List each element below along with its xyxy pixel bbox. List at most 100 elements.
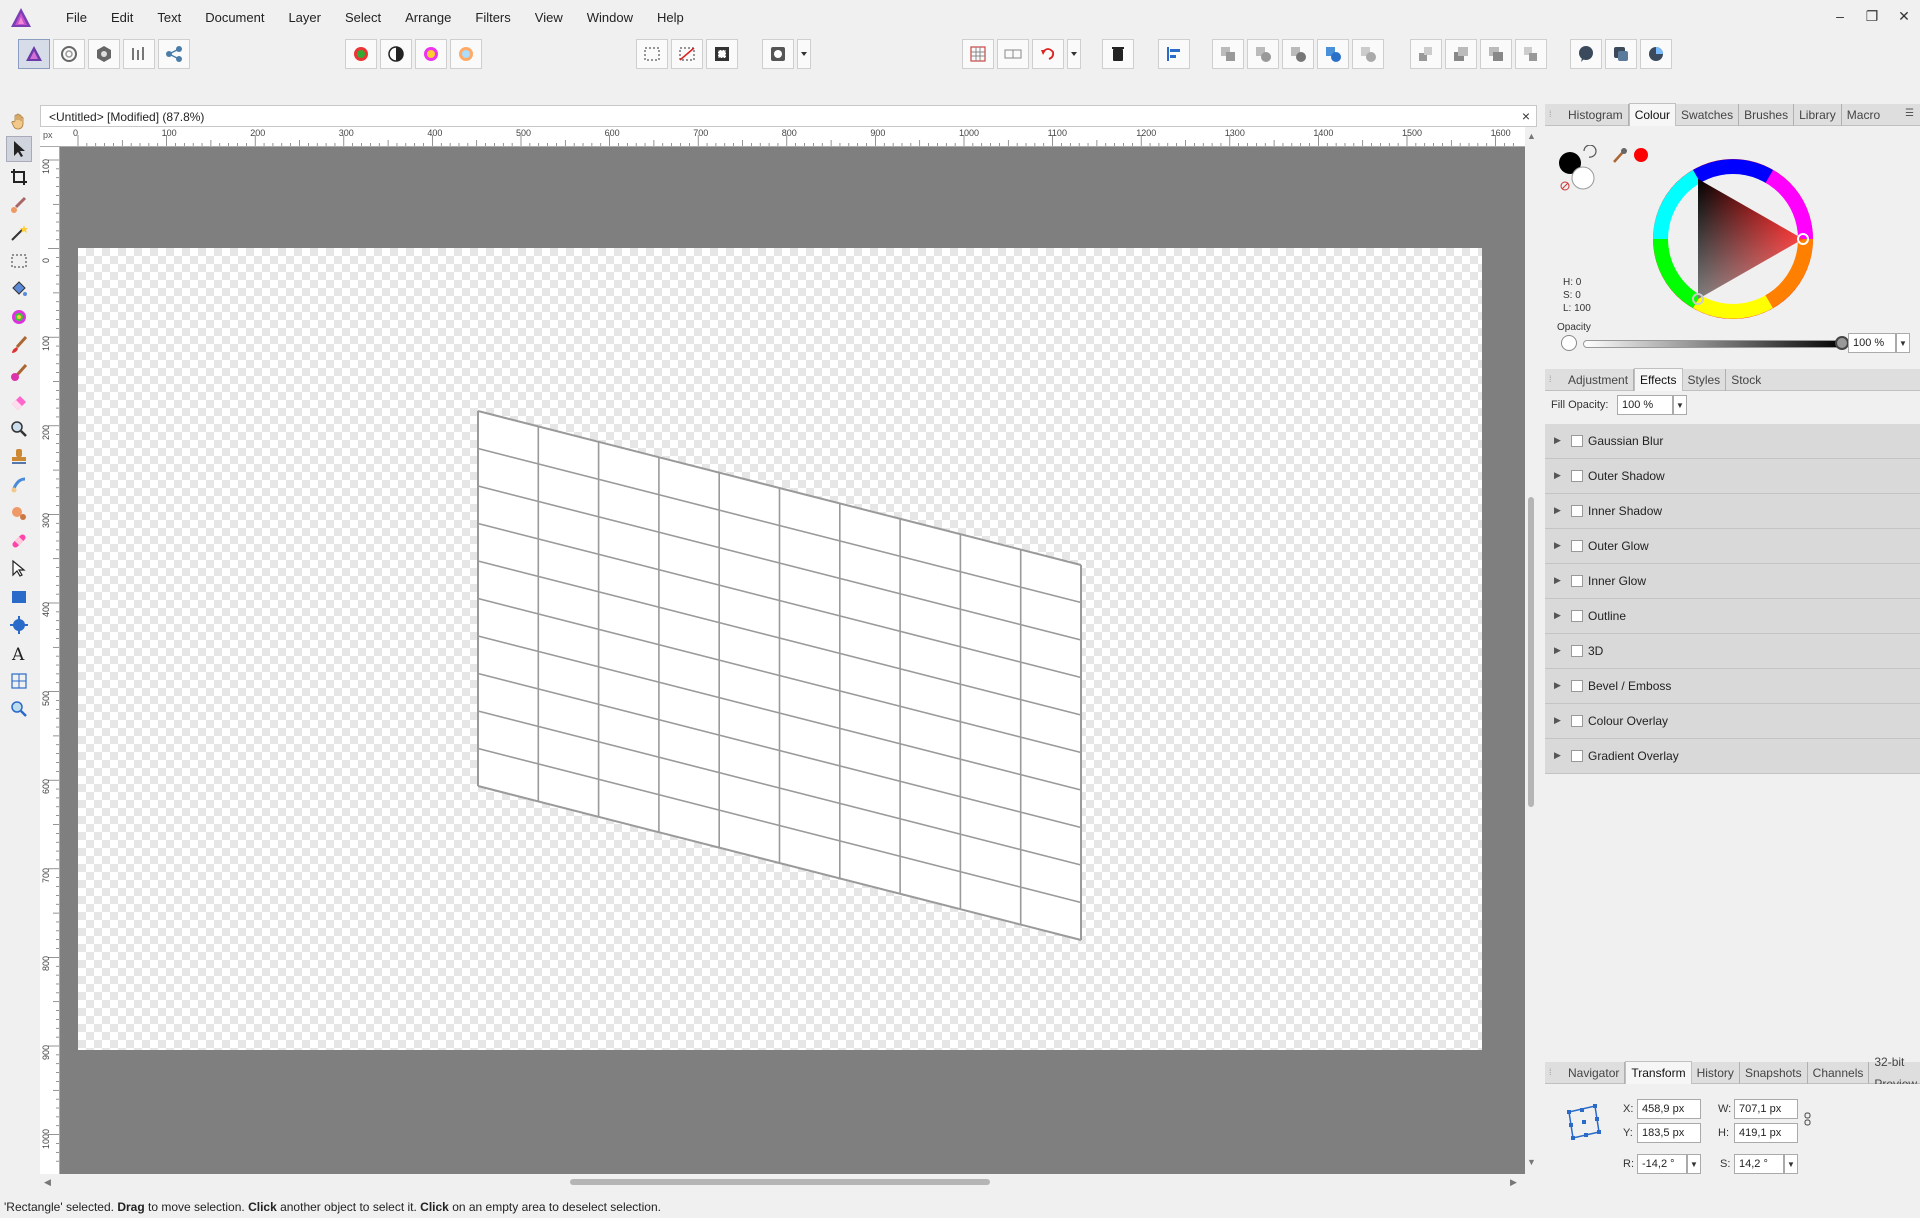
align-button[interactable]	[1158, 39, 1190, 69]
tab-colour[interactable]: Colour	[1628, 103, 1677, 126]
clone-tool[interactable]	[6, 444, 32, 470]
expand-arrow-icon[interactable]: ▶	[1554, 575, 1561, 586]
photo-persona-button[interactable]	[18, 39, 50, 69]
perspective-grid-rectangle[interactable]	[60, 147, 1525, 1174]
y-input[interactable]: 183,5 px	[1637, 1123, 1701, 1143]
erase-brush-tool[interactable]	[6, 388, 32, 414]
rotation-input[interactable]: -14,2 °	[1637, 1154, 1687, 1174]
menu-help[interactable]: Help	[645, 0, 696, 36]
opacity-dropdown[interactable]: ▼	[1896, 333, 1910, 353]
vertical-scroll-thumb[interactable]	[1528, 497, 1534, 807]
auto-white-balance-button[interactable]	[450, 39, 482, 69]
custom-shape-tool[interactable]	[6, 612, 32, 638]
smudge-tool[interactable]	[6, 472, 32, 498]
effect-3d[interactable]: ▶ 3D	[1545, 634, 1920, 669]
invert-selection-button[interactable]	[706, 39, 738, 69]
deselect-button[interactable]	[671, 39, 703, 69]
panel-grip-icon[interactable]: ⁞	[1549, 109, 1552, 119]
boolean-subtract-button[interactable]	[1247, 39, 1279, 69]
tab-styles[interactable]: Styles	[1683, 368, 1727, 391]
tab-library[interactable]: Library	[1794, 103, 1842, 126]
expand-arrow-icon[interactable]: ▶	[1554, 750, 1561, 761]
vertical-ruler[interactable]: 100 0 100 200 300 400 500 600 700 800 900 1000	[40, 147, 60, 1174]
paint-brush-tool[interactable]	[6, 332, 32, 358]
fill-opacity-input[interactable]: 100 %	[1617, 395, 1673, 415]
effect-outer-shadow[interactable]: ▶ Outer Shadow	[1545, 459, 1920, 494]
menu-arrange[interactable]: Arrange	[393, 0, 463, 36]
scroll-left-arrow-icon[interactable]: ◀	[44, 1177, 51, 1188]
move-tool[interactable]	[6, 136, 32, 162]
effect-checkbox[interactable]	[1571, 435, 1583, 447]
boolean-intersect-button[interactable]	[1282, 39, 1314, 69]
x-input[interactable]: 458,9 px	[1637, 1099, 1701, 1119]
mesh-warp-tool[interactable]	[6, 668, 32, 694]
width-input[interactable]: 707,1 px	[1734, 1099, 1798, 1119]
tab-history[interactable]: History	[1692, 1061, 1740, 1084]
tab-swatches[interactable]: Swatches	[1676, 103, 1740, 126]
effect-checkbox[interactable]	[1571, 575, 1583, 587]
effect-checkbox[interactable]	[1571, 645, 1583, 657]
expand-arrow-icon[interactable]: ▶	[1554, 540, 1561, 551]
move-to-front-button[interactable]	[1515, 39, 1547, 69]
fill-stroke-swatch[interactable]	[1555, 145, 1599, 193]
colour-settings-button[interactable]	[1640, 39, 1672, 69]
quick-mask-dropdown[interactable]	[797, 39, 811, 69]
colour-wheel[interactable]	[1651, 157, 1815, 321]
height-input[interactable]: 419,1 px	[1734, 1123, 1798, 1143]
selection-brush-tool[interactable]	[6, 192, 32, 218]
expand-arrow-icon[interactable]: ▶	[1554, 645, 1561, 656]
effect-gradient-overlay[interactable]: ▶ Gradient Overlay	[1545, 739, 1920, 774]
menu-select[interactable]: Select	[333, 0, 393, 36]
undo-dropdown[interactable]	[1067, 39, 1081, 69]
opacity-input[interactable]: 100 %	[1848, 333, 1896, 353]
panel-menu-icon[interactable]: ☰	[1905, 108, 1914, 119]
artistic-text-tool[interactable]: A	[6, 640, 32, 666]
auto-levels-button[interactable]	[345, 39, 377, 69]
expand-arrow-icon[interactable]: ▶	[1554, 435, 1561, 446]
boolean-divide-button[interactable]	[1352, 39, 1384, 69]
rectangle-tool[interactable]	[6, 584, 32, 610]
close-window-button[interactable]: ✕	[1888, 0, 1920, 32]
effect-checkbox[interactable]	[1571, 680, 1583, 692]
dodge-tool[interactable]	[6, 416, 32, 442]
undo-button[interactable]	[1032, 39, 1064, 69]
healing-brush-tool[interactable]	[6, 528, 32, 554]
menu-file[interactable]: File	[54, 0, 99, 36]
scroll-right-arrow-icon[interactable]: ▶	[1510, 1177, 1517, 1188]
effect-outer-glow[interactable]: ▶ Outer Glow	[1545, 529, 1920, 564]
move-forward-one-button[interactable]	[1480, 39, 1512, 69]
insert-behind-button[interactable]	[997, 39, 1029, 69]
horizontal-scrollbar[interactable]: ◀ ▶	[40, 1174, 1537, 1190]
auto-contrast-button[interactable]	[380, 39, 412, 69]
tab-channels[interactable]: Channels	[1808, 1061, 1870, 1084]
tab-effects[interactable]: Effects	[1634, 368, 1683, 391]
opacity-none-swatch[interactable]	[1561, 335, 1577, 351]
effect-checkbox[interactable]	[1571, 610, 1583, 622]
vertical-scrollbar[interactable]: ▲ ▼	[1525, 127, 1537, 1174]
menu-window[interactable]: Window	[575, 0, 645, 36]
develop-persona-button[interactable]	[88, 39, 120, 69]
menu-edit[interactable]: Edit	[99, 0, 145, 36]
anchor-point-icon[interactable]	[1561, 1100, 1605, 1144]
zoom-tool[interactable]	[6, 696, 32, 722]
fill-opacity-dropdown[interactable]: ▼	[1673, 395, 1687, 415]
tab-navigator[interactable]: Navigator	[1563, 1061, 1626, 1084]
mixer-brush-tool[interactable]	[6, 360, 32, 386]
quick-mask-button[interactable]	[762, 39, 794, 69]
expand-arrow-icon[interactable]: ▶	[1554, 505, 1561, 516]
expand-arrow-icon[interactable]: ▶	[1554, 715, 1561, 726]
tab-adjustment[interactable]: Adjustment	[1563, 368, 1635, 391]
panel-grip-icon[interactable]: ⁞	[1549, 374, 1552, 384]
tab-transform[interactable]: Transform	[1625, 1061, 1692, 1084]
document-tab[interactable]: <Untitled> [Modified] (87.8%) ×	[40, 105, 1537, 127]
menu-layer[interactable]: Layer	[276, 0, 333, 36]
shear-input[interactable]: 14,2 °	[1734, 1154, 1784, 1174]
tab-macro[interactable]: Macro	[1842, 104, 1885, 126]
tone-mapping-persona-button[interactable]	[123, 39, 155, 69]
view-tool[interactable]	[6, 108, 32, 134]
effect-gaussian-blur[interactable]: ▶ Gaussian Blur	[1545, 424, 1920, 459]
effect-checkbox[interactable]	[1571, 505, 1583, 517]
delete-button[interactable]	[1102, 39, 1134, 69]
auto-colours-button[interactable]	[415, 39, 447, 69]
expand-arrow-icon[interactable]: ▶	[1554, 470, 1561, 481]
